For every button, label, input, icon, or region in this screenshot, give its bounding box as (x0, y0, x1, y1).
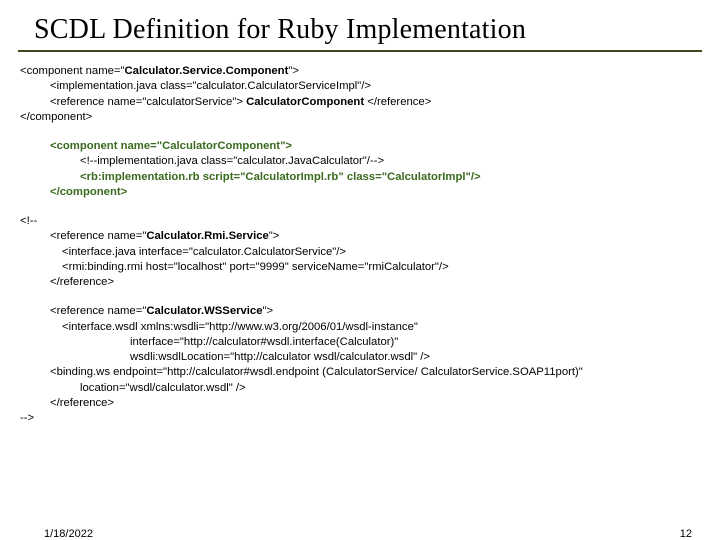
code-block-1: <component name="Calculator.Service.Comp… (20, 64, 700, 125)
code-text: <interface.wsdl xmlns:wsdli="http://www.… (20, 320, 700, 335)
footer-date: 1/18/2022 (44, 528, 93, 540)
slide-footer: 1/18/2022 12 (0, 528, 720, 540)
code-text: <rmi:binding.rmi host="localhost" port="… (20, 260, 700, 275)
code-highlight: </component> (50, 186, 127, 198)
code-text: --> (20, 411, 700, 426)
code-highlight: <rb:implementation.rb script="Calculator… (80, 171, 481, 183)
code-bold: CalculatorComponent (246, 96, 367, 108)
code-text: <reference name=" (50, 230, 146, 242)
code-bold: Calculator.Service.Component (125, 65, 289, 77)
code-text: "> (263, 305, 274, 317)
code-body: <component name="Calculator.Service.Comp… (20, 64, 700, 426)
code-highlight: <component name="CalculatorComponent"> (50, 140, 292, 152)
code-block-3: <!-- <reference name="Calculator.Rmi.Ser… (20, 214, 700, 290)
code-text: wsdli:wsdlLocation="http://calculator ws… (20, 350, 700, 365)
code-text: <!--implementation.java class="calculato… (50, 154, 700, 169)
code-text: <implementation.java class="calculator.C… (20, 79, 700, 94)
code-text: <!-- (20, 214, 700, 229)
footer-page-number: 12 (680, 528, 692, 540)
slide-title: SCDL Definition for Ruby Implementation (34, 14, 720, 46)
code-text: </reference> (20, 275, 700, 290)
code-bold: Calculator.Rmi.Service (146, 230, 268, 242)
code-block-4: <reference name="Calculator.WSService"> … (20, 304, 700, 426)
code-text: <reference name=" (50, 305, 146, 317)
code-text: <interface.java interface="calculator.Ca… (20, 245, 700, 260)
code-text: </component> (20, 110, 700, 125)
title-divider (18, 50, 702, 52)
code-text: <reference name="calculatorService"> (50, 96, 246, 108)
code-bold: Calculator.WSService (146, 305, 262, 317)
code-text: </reference> (20, 396, 700, 411)
code-text: "> (288, 65, 299, 77)
code-text: location="wsdl/calculator.wsdl" /> (20, 381, 700, 396)
code-text: </reference> (367, 96, 431, 108)
code-text: <binding.ws endpoint="http://calculator#… (20, 365, 700, 380)
code-block-2: <component name="CalculatorComponent"> <… (20, 139, 700, 200)
code-text: interface="http://calculator#wsdl.interf… (20, 335, 700, 350)
code-text: "> (269, 230, 280, 242)
code-text: <component name=" (20, 65, 125, 77)
